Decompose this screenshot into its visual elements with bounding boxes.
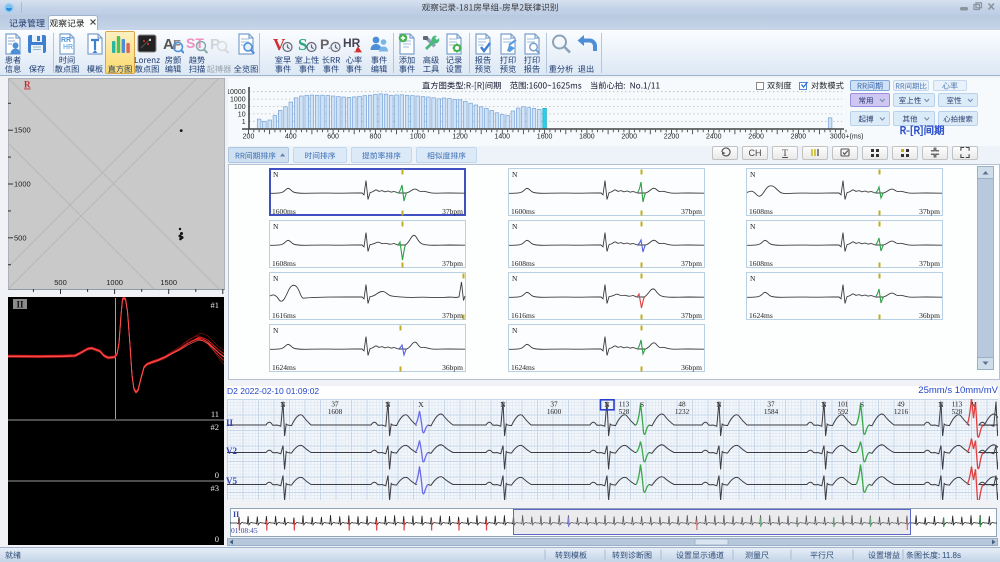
svg-text:N: N xyxy=(938,400,944,409)
svg-text:N: N xyxy=(273,326,279,335)
svg-text:1608: 1608 xyxy=(328,408,343,416)
svg-text:1624ms: 1624ms xyxy=(749,311,773,320)
svg-text:1500: 1500 xyxy=(14,126,31,135)
svg-text:CH: CH xyxy=(749,148,761,158)
svg-text:II: II xyxy=(16,300,24,310)
svg-text:S: S xyxy=(640,400,644,409)
svg-text:1216: 1216 xyxy=(894,408,909,416)
svg-text:N: N xyxy=(604,400,610,409)
svg-text:2000: 2000 xyxy=(621,134,637,141)
svg-text:2800: 2800 xyxy=(791,134,807,141)
svg-text:1000: 1000 xyxy=(106,278,123,287)
svg-text:36bpm: 36bpm xyxy=(681,363,702,372)
svg-text:1616ms: 1616ms xyxy=(272,311,296,320)
svg-text:1800: 1800 xyxy=(579,134,595,141)
svg-text:10: 10 xyxy=(238,111,246,118)
svg-text:1600ms: 1600ms xyxy=(272,207,296,216)
svg-text:1600ms: 1600ms xyxy=(511,207,535,216)
svg-text:N: N xyxy=(500,400,506,409)
svg-text:II: II xyxy=(233,510,239,519)
svg-text:#2: #2 xyxy=(211,422,220,432)
svg-text:N: N xyxy=(273,170,279,179)
svg-text:N: N xyxy=(512,222,518,231)
svg-text:2400: 2400 xyxy=(706,134,722,141)
svg-text:R: R xyxy=(24,80,31,90)
svg-text:N: N xyxy=(385,400,391,409)
svg-text:N: N xyxy=(750,170,756,179)
svg-text:1500: 1500 xyxy=(160,278,177,287)
svg-text:10000: 10000 xyxy=(228,89,246,96)
svg-text:V: V xyxy=(971,400,977,409)
svg-text:1: 1 xyxy=(242,119,246,126)
svg-text:T: T xyxy=(782,149,788,159)
svg-text:1232: 1232 xyxy=(675,408,690,416)
svg-text:1624ms: 1624ms xyxy=(272,363,296,372)
svg-text:1000: 1000 xyxy=(410,134,426,141)
svg-text:2200: 2200 xyxy=(664,134,680,141)
svg-text:0: 0 xyxy=(215,470,219,480)
svg-text:100: 100 xyxy=(234,104,246,111)
svg-text:N: N xyxy=(750,222,756,231)
svg-text:1584: 1584 xyxy=(764,408,779,416)
svg-text:ST: ST xyxy=(186,35,204,51)
svg-text:N: N xyxy=(512,326,518,335)
svg-text:400: 400 xyxy=(285,134,297,141)
svg-text:N: N xyxy=(821,400,827,409)
svg-text:1000: 1000 xyxy=(230,97,246,104)
svg-text:HR: HR xyxy=(63,44,73,51)
svg-text:36bpm: 36bpm xyxy=(442,363,463,372)
svg-text:1608ms: 1608ms xyxy=(511,259,535,268)
svg-text:1608ms: 1608ms xyxy=(749,259,773,268)
svg-text:S: S xyxy=(298,35,307,54)
svg-text:N: N xyxy=(512,170,518,179)
svg-text:36bpm: 36bpm xyxy=(919,311,940,320)
svg-text:37bpm: 37bpm xyxy=(919,207,940,216)
svg-text:37bpm: 37bpm xyxy=(442,207,463,216)
svg-text:37bpm: 37bpm xyxy=(681,311,702,320)
svg-text:592: 592 xyxy=(838,408,849,416)
svg-text:N: N xyxy=(280,400,286,409)
svg-text:1616ms: 1616ms xyxy=(511,311,535,320)
svg-text:500: 500 xyxy=(54,278,67,287)
svg-text:1000: 1000 xyxy=(14,180,31,189)
svg-text:0: 0 xyxy=(215,534,219,544)
svg-text:N: N xyxy=(273,222,279,231)
svg-text:X: X xyxy=(418,400,424,409)
svg-text:37bpm: 37bpm xyxy=(919,259,940,268)
svg-text:1624ms: 1624ms xyxy=(511,363,535,372)
svg-text:800: 800 xyxy=(370,134,382,141)
svg-text:N: N xyxy=(273,274,279,283)
svg-text:11.8s: 11.8s xyxy=(942,551,961,560)
svg-text:528: 528 xyxy=(952,408,963,416)
svg-text:37bpm: 37bpm xyxy=(442,259,463,268)
svg-text:1200: 1200 xyxy=(452,134,468,141)
svg-text:528: 528 xyxy=(619,408,630,416)
svg-text:1600: 1600 xyxy=(547,408,562,416)
svg-text:1600: 1600 xyxy=(537,134,553,141)
svg-text:S: S xyxy=(860,400,864,409)
svg-text:#1: #1 xyxy=(211,300,220,310)
svg-text:1608ms: 1608ms xyxy=(749,207,773,216)
svg-text:N: N xyxy=(716,400,722,409)
svg-text:500: 500 xyxy=(14,233,27,242)
svg-text:1608ms: 1608ms xyxy=(272,259,296,268)
svg-text:N: N xyxy=(512,274,518,283)
svg-text:37bpm: 37bpm xyxy=(442,311,463,320)
svg-text:RR: RR xyxy=(61,37,71,44)
svg-text:1400: 1400 xyxy=(495,134,511,141)
svg-text:N: N xyxy=(750,274,756,283)
svg-text:#3: #3 xyxy=(211,483,220,493)
svg-text:2600: 2600 xyxy=(748,134,764,141)
svg-text:01:08:45: 01:08:45 xyxy=(231,526,258,535)
svg-text:37bpm: 37bpm xyxy=(681,259,702,268)
svg-text:200: 200 xyxy=(243,134,255,141)
svg-text:37bpm: 37bpm xyxy=(681,207,702,216)
svg-text:3000+(ms): 3000+(ms) xyxy=(830,134,864,141)
svg-text:600: 600 xyxy=(327,134,339,141)
svg-text:11: 11 xyxy=(211,409,219,419)
